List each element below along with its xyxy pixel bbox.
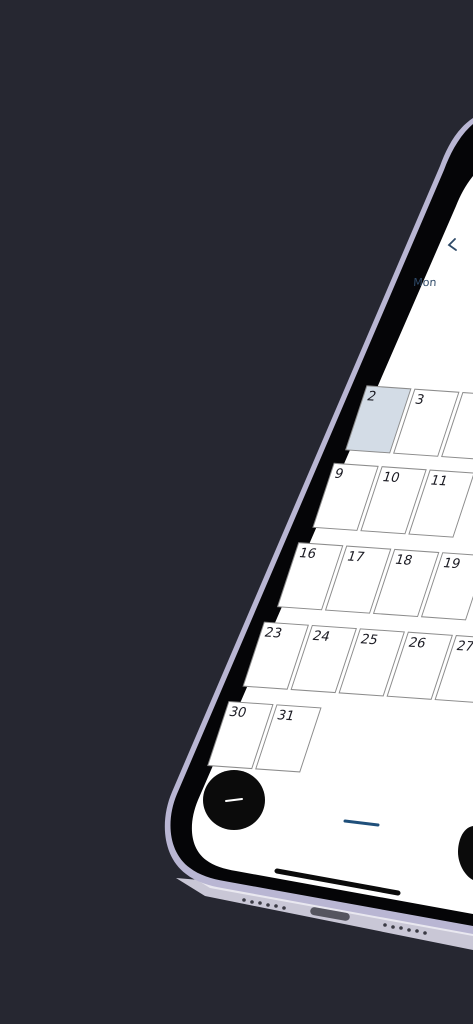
fab-left[interactable] [203, 770, 265, 830]
calendar-week-3: 16 17 18 19 [276, 542, 473, 621]
calendar-week-2: 9 10 11 [312, 462, 473, 538]
phone-mockup: Mon 2 3 9 10 11 16 17 18 19 23 24 25 26 … [0, 0, 473, 1024]
weekday-mon-label: Mon [413, 276, 437, 289]
phone-svg: Mon 2 3 9 10 11 16 17 18 19 23 24 25 26 … [164, 118, 473, 950]
